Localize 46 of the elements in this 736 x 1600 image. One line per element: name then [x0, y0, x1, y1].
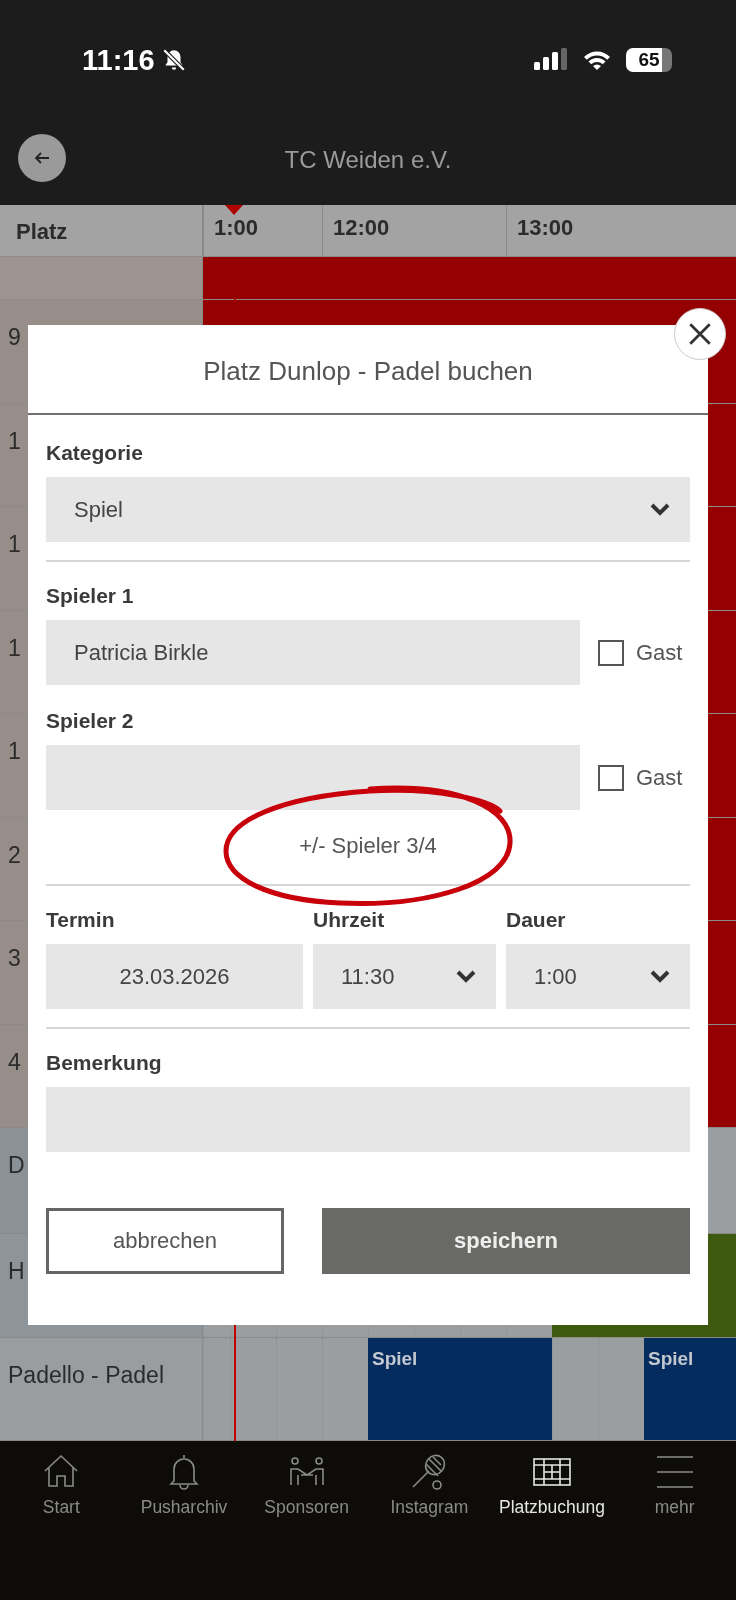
booking-label: Spiel: [648, 1347, 694, 1370]
guest-checkbox[interactable]: [598, 764, 624, 791]
tab-bar-item[interactable]: Pusharchiv: [122, 1451, 246, 1518]
tab-bar-item[interactable]: Platzbuchung: [490, 1451, 614, 1518]
field-label: Kategorie: [46, 441, 144, 465]
field-label: Spieler 2: [46, 709, 135, 733]
field-label: Dauer: [506, 908, 567, 932]
guest-checkbox[interactable]: [598, 639, 624, 666]
checkbox-label: Gast: [636, 764, 683, 791]
wifi-icon: [582, 49, 612, 71]
tab-bar-item[interactable]: Start: [0, 1451, 123, 1518]
booking-slot[interactable]: [644, 1337, 690, 1440]
time-select[interactable]: 11:30: [313, 944, 496, 1009]
field-label: Termin: [46, 908, 116, 932]
chevron-down-icon: [650, 502, 670, 517]
battery-icon: 65: [626, 48, 672, 72]
chevron-down-icon: [456, 969, 476, 984]
remark-field[interactable]: [46, 1087, 690, 1152]
player-field[interactable]: [46, 745, 580, 810]
chevron-down-icon: [650, 969, 670, 984]
back-button[interactable]: [18, 134, 66, 182]
save-button[interactable]: speichern: [322, 1208, 690, 1274]
booking-label: Spiel: [372, 1347, 418, 1370]
signal-icon: [534, 48, 568, 72]
field-label: Uhrzeit: [313, 908, 386, 932]
cancel-button[interactable]: abbrechen: [46, 1208, 284, 1274]
header-title: TC Weiden e.V.: [284, 145, 452, 175]
booking-slot[interactable]: [368, 1337, 414, 1440]
field-label: Bemerkung: [46, 1051, 163, 1075]
field-label: Spieler 1: [46, 584, 135, 608]
tab-bar-item[interactable]: mehr: [613, 1451, 736, 1518]
close-icon: [687, 321, 713, 347]
time-header: 13:00: [506, 205, 690, 256]
date-field[interactable]: 23.03.2026: [46, 944, 303, 1009]
tab-bar-item[interactable]: Instagram: [368, 1451, 491, 1518]
add-players-link[interactable]: +/- Spieler 3/4: [299, 833, 437, 859]
category-select[interactable]: Spiel: [46, 477, 690, 542]
status-time: 11:16: [82, 43, 155, 77]
duration-select[interactable]: 1:00: [506, 944, 690, 1009]
tab-bar-item[interactable]: Sponsoren: [245, 1451, 368, 1518]
player-field[interactable]: Patricia Birkle: [46, 620, 580, 685]
time-header: 12:00: [322, 205, 506, 256]
checkbox-label: Gast: [636, 639, 683, 666]
court-name[interactable]: [0, 257, 203, 299]
column-header: Platz: [0, 205, 203, 256]
bell-muted-icon: [160, 47, 187, 73]
